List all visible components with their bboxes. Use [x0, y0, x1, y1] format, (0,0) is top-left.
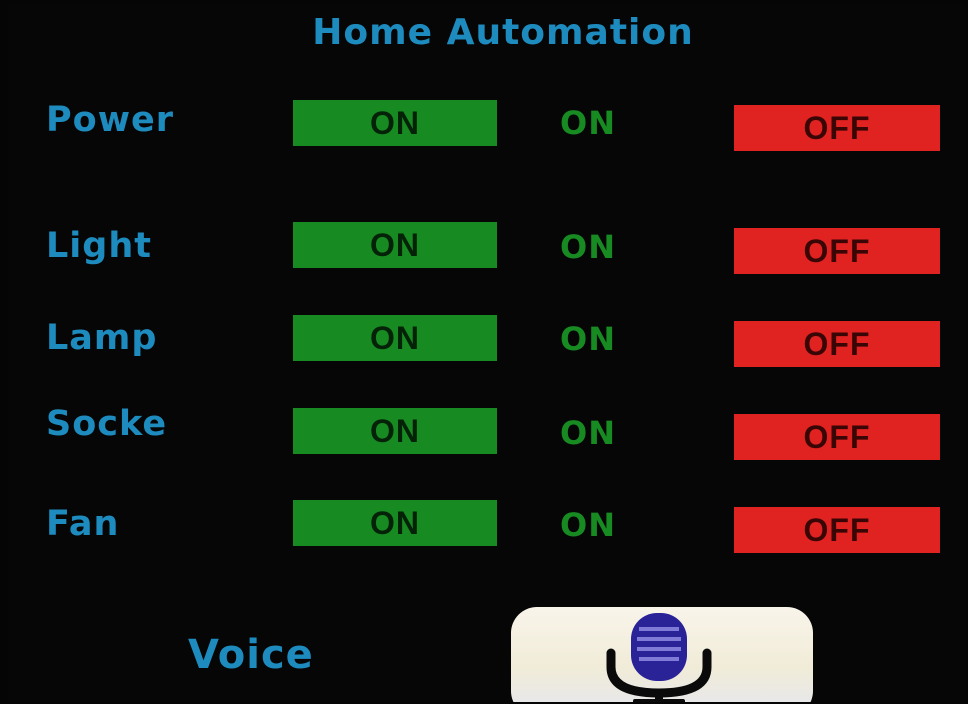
- light-on-button[interactable]: ON: [293, 222, 497, 268]
- light-off-button[interactable]: OFF: [734, 228, 940, 274]
- device-label-socket: Socke: [46, 404, 168, 444]
- home-automation-screen: Home Automation Power ON ON OFF Light ON…: [8, 4, 966, 702]
- app-title: Home Automation: [312, 12, 694, 53]
- voice-button[interactable]: [511, 607, 813, 702]
- power-off-button[interactable]: OFF: [734, 105, 940, 151]
- socket-status: ON: [560, 414, 616, 452]
- power-status: ON: [560, 104, 616, 142]
- voice-label: Voice: [188, 632, 314, 678]
- fan-off-button[interactable]: OFF: [734, 507, 940, 553]
- fan-status: ON: [560, 506, 616, 544]
- device-label-light: Light: [46, 226, 153, 266]
- socket-on-button[interactable]: ON: [293, 408, 497, 454]
- device-label-lamp: Lamp: [46, 318, 158, 358]
- power-on-button[interactable]: ON: [293, 100, 497, 146]
- microphone-icon: [606, 613, 712, 702]
- device-label-power: Power: [46, 100, 175, 140]
- lamp-status: ON: [560, 320, 616, 358]
- fan-on-button[interactable]: ON: [293, 500, 497, 546]
- socket-off-button[interactable]: OFF: [734, 414, 940, 460]
- light-status: ON: [560, 228, 616, 266]
- device-label-fan: Fan: [46, 504, 120, 544]
- lamp-on-button[interactable]: ON: [293, 315, 497, 361]
- lamp-off-button[interactable]: OFF: [734, 321, 940, 367]
